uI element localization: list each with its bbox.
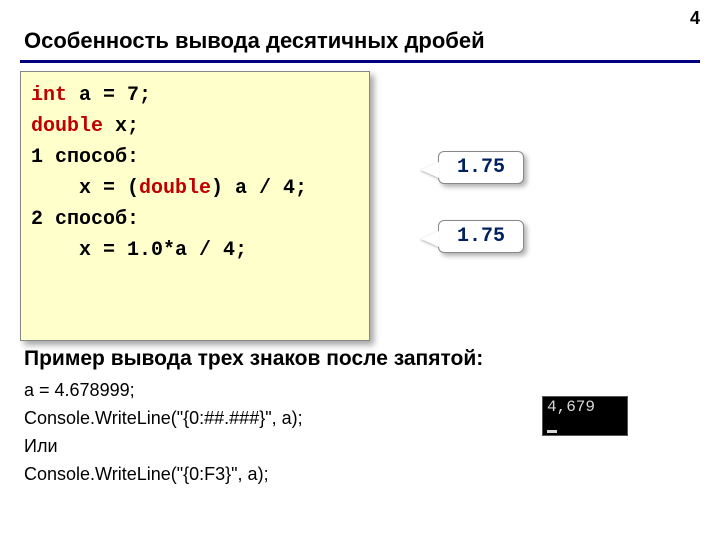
console-screenshot: 4,679	[542, 396, 628, 436]
keyword-int: int	[31, 84, 67, 107]
console-output-text: 4,679	[547, 399, 623, 416]
example-line-4: Console.WriteLine("{0:F3}", a);	[24, 461, 696, 489]
slide-title: Особенность вывода десятичных дробей	[0, 0, 720, 58]
code-text: ) a / 4;	[211, 177, 307, 200]
keyword-double-cast: double	[139, 177, 211, 200]
results-column: 1.75 1.75	[398, 71, 524, 253]
keyword-double: double	[31, 115, 103, 138]
code-line-1: int a = 7;	[31, 80, 359, 111]
result-callout-1: 1.75	[438, 151, 524, 184]
method2-label: 2 способ:	[31, 204, 359, 235]
example-subtitle: Пример вывода трех знаков после запятой:	[0, 341, 720, 373]
example-line-3: Или	[24, 433, 696, 461]
console-cursor	[547, 430, 557, 433]
code-line-2: double x;	[31, 111, 359, 142]
code-block: int a = 7; double x; 1 способ: x = (doub…	[20, 71, 370, 341]
method1-code: x = (double) a / 4;	[31, 173, 359, 204]
code-text: x;	[103, 115, 139, 138]
method1-label: 1 способ:	[31, 142, 359, 173]
method2-code: x = 1.0*a / 4;	[31, 235, 359, 266]
code-text: x = (	[31, 177, 139, 200]
result-callout-2: 1.75	[438, 220, 524, 253]
code-text: a = 7;	[67, 84, 151, 107]
page-number: 4	[690, 8, 700, 29]
title-underline	[20, 60, 700, 63]
content-row: int a = 7; double x; 1 способ: x = (doub…	[0, 71, 720, 341]
